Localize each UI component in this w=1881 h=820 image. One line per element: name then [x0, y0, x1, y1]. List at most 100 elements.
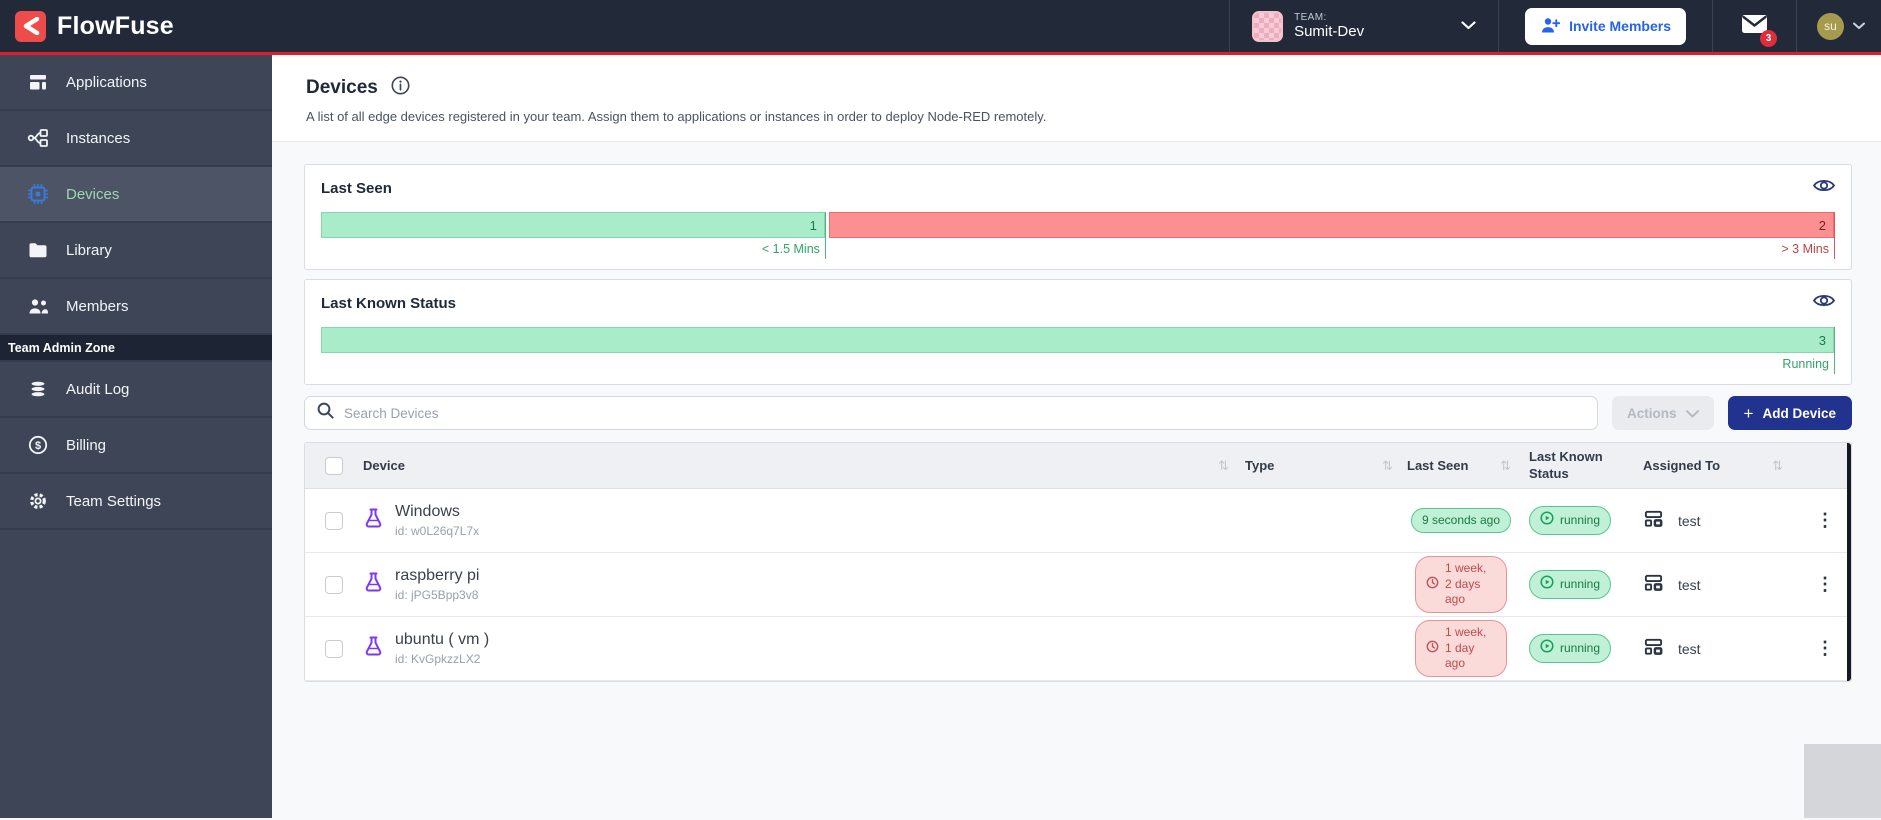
search-input[interactable]	[344, 405, 1586, 421]
sidebar-item-label: Devices	[66, 185, 120, 203]
table-row-raspberry-pi[interactable]: raspberry pi id: jPG5Bpp3v8 1 week, 2 da…	[305, 553, 1851, 617]
last-seen-badge: 1 week, 1 day ago	[1415, 620, 1507, 677]
person-plus-icon	[1540, 16, 1561, 37]
logo-text: FlowFuse	[57, 11, 174, 40]
sidebar-item-label: Applications	[66, 73, 147, 91]
device-id: id: KvGpkzzLX2	[395, 652, 481, 666]
flowfuse-logo-icon	[15, 10, 46, 42]
column-header-last-seen: Last Seen	[1407, 458, 1469, 473]
last-seen-card-title: Last Seen	[321, 180, 392, 197]
user-menu[interactable]: su	[1797, 12, 1881, 40]
play-circle-icon	[1540, 511, 1554, 530]
kebab-menu-icon[interactable]: ⋮	[1816, 510, 1834, 531]
device-name: Windows	[395, 503, 460, 520]
sidebar-item-billing[interactable]: $ Billing	[0, 418, 272, 474]
row-checkbox[interactable]	[325, 511, 343, 530]
status-badge: running	[1529, 506, 1612, 535]
row-checkbox[interactable]	[325, 639, 343, 658]
notifications-button[interactable]: 3	[1741, 14, 1777, 47]
sidebar: Applications Instances Devices Library M…	[0, 55, 272, 818]
sort-icon[interactable]: ⇅	[1218, 458, 1245, 474]
page-header: Devices A list of all edge devices regis…	[272, 55, 1881, 142]
kebab-menu-icon[interactable]: ⋮	[1816, 638, 1834, 659]
sidebar-item-members[interactable]: Members	[0, 279, 272, 335]
bar-segment-recent: 1 < 1.5 Mins	[321, 212, 826, 259]
sidebar-item-devices[interactable]: Devices	[0, 167, 272, 223]
last-seen-badge: 9 seconds ago	[1410, 507, 1512, 534]
add-device-button[interactable]: + Add Device	[1727, 396, 1852, 430]
last-seen-bar-chart: 1 < 1.5 Mins 2 > 3 Mins	[321, 212, 1835, 259]
sidebar-item-label: Team Settings	[66, 492, 162, 510]
divider	[1712, 0, 1713, 52]
last-seen-text: 1 week, 2 days ago	[1445, 561, 1487, 607]
sidebar-item-instances[interactable]: Instances	[0, 111, 272, 167]
team-label: TEAM:	[1294, 11, 1327, 23]
segment-label: < 1.5 Mins	[761, 242, 820, 256]
status-badge: running	[1529, 570, 1612, 599]
segment-value: 2	[1818, 217, 1826, 233]
table-scrollbar[interactable]	[1847, 443, 1851, 681]
main-content: Devices A list of all edge devices regis…	[272, 55, 1881, 818]
column-header-last-known-status: Last Known Status	[1529, 448, 1603, 481]
actions-label: Actions	[1627, 405, 1677, 421]
clock-icon	[1426, 576, 1439, 594]
table-header-row: Device ⇅ Type ⇅ Last Seen ⇅ Last Known S…	[305, 443, 1851, 489]
actions-button[interactable]: Actions	[1612, 396, 1714, 430]
chevron-down-icon	[1853, 17, 1865, 35]
invite-members-button[interactable]: Invite Members	[1525, 7, 1686, 45]
team-avatar	[1252, 10, 1284, 42]
last-known-status-bar-chart: 3 Running	[321, 327, 1835, 374]
status-text: running	[1560, 640, 1601, 655]
select-all-checkbox[interactable]	[325, 456, 343, 475]
sidebar-item-team-settings[interactable]: Team Settings	[0, 474, 272, 530]
beaker-icon	[363, 635, 384, 662]
widget-placeholder	[1804, 744, 1881, 818]
divider	[1498, 0, 1500, 52]
row-checkbox[interactable]	[325, 575, 343, 594]
sort-icon[interactable]: ⇅	[1382, 458, 1393, 474]
team-admin-zone-header: Team Admin Zone	[0, 335, 272, 362]
eye-icon[interactable]	[1812, 178, 1836, 196]
device-name: raspberry pi	[395, 567, 480, 584]
sidebar-item-applications[interactable]: Applications	[0, 55, 272, 111]
sidebar-item-label: Audit Log	[66, 380, 130, 398]
gear-icon	[27, 491, 49, 511]
info-icon[interactable]	[391, 76, 410, 100]
beaker-icon	[363, 571, 384, 598]
devices-toolbar: Actions + Add Device	[304, 396, 1852, 430]
sidebar-item-library[interactable]: Library	[0, 223, 272, 279]
search-box	[304, 396, 1599, 430]
segment-value: 1	[809, 217, 817, 233]
sort-icon[interactable]: ⇅	[1500, 458, 1511, 474]
table-row-windows[interactable]: Windows id: w0L26q7L7x 9 seconds ago run…	[305, 489, 1851, 553]
search-icon	[317, 402, 334, 424]
database-icon	[27, 379, 49, 399]
last-seen-card: Last Seen 1 < 1.5 Mins 2 > 3 Mins	[304, 164, 1852, 270]
sidebar-item-label: Billing	[66, 436, 107, 454]
chevron-down-icon	[1461, 17, 1476, 35]
last-seen-badge: 1 week, 2 days ago	[1415, 556, 1507, 613]
status-text: running	[1560, 576, 1601, 591]
instances-icon	[27, 127, 49, 149]
play-circle-icon	[1540, 639, 1554, 658]
flowfuse-logo[interactable]: FlowFuse	[0, 0, 174, 52]
last-seen-text: 1 week, 1 day ago	[1445, 625, 1487, 671]
page-description: A list of all edge devices registered in…	[306, 109, 1047, 124]
table-row-ubuntu-vm[interactable]: ubuntu ( vm ) id: KvGpkzzLX2 1 week, 1 d…	[305, 617, 1851, 681]
assigned-to-label: test	[1678, 640, 1701, 657]
kebab-menu-icon[interactable]: ⋮	[1816, 574, 1834, 595]
column-header-assigned-to: Assigned To	[1643, 458, 1721, 473]
assigned-to-label: test	[1678, 512, 1701, 529]
device-id: id: jPG5Bpp3v8	[395, 588, 479, 602]
application-icon	[1643, 636, 1664, 662]
members-icon	[27, 297, 49, 316]
eye-icon[interactable]	[1812, 293, 1836, 311]
last-seen-text: 9 seconds ago	[1421, 512, 1501, 527]
sort-icon[interactable]: ⇅	[1772, 458, 1783, 474]
application-icon	[1643, 572, 1664, 598]
dollar-circle-icon: $	[27, 435, 49, 455]
sidebar-item-audit-log[interactable]: Audit Log	[0, 362, 272, 418]
svg-text:$: $	[35, 440, 41, 452]
team-selector[interactable]: TEAM: Sumit-Dev	[1230, 0, 1498, 52]
chevron-down-icon	[1685, 406, 1699, 421]
